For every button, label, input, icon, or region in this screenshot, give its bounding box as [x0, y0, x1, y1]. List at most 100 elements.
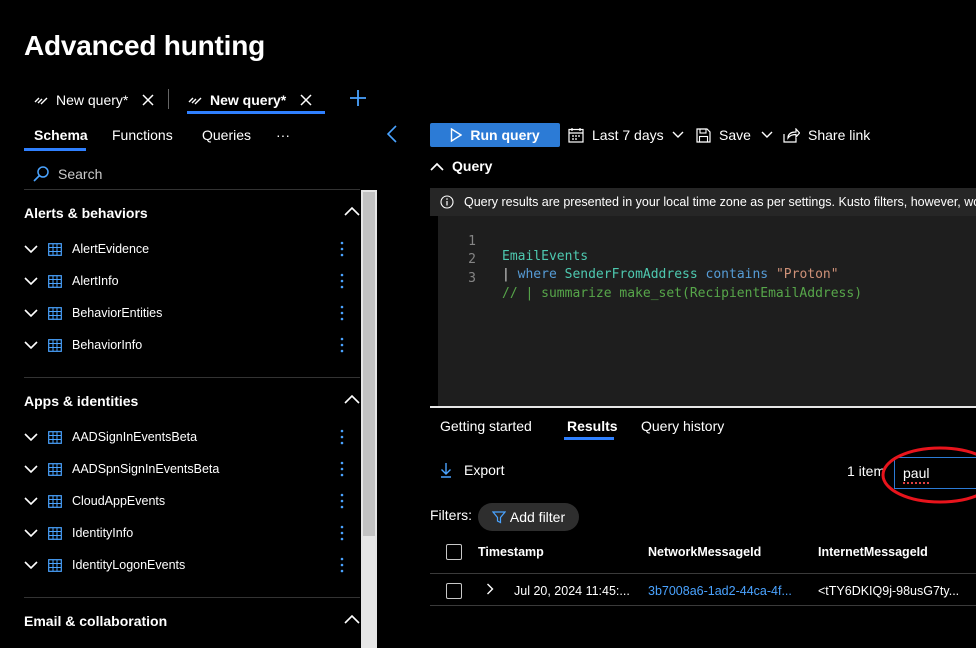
divider [24, 189, 360, 190]
save-label: Save [719, 127, 751, 143]
schema-item-label: AADSignInEventsBeta [72, 430, 198, 444]
editor-results-splitter[interactable] [430, 406, 976, 408]
group-email-collaboration[interactable]: Email & collaboration [24, 613, 167, 629]
more-tabs-button[interactable]: ··· [276, 127, 290, 143]
chevron-down-icon[interactable] [24, 496, 42, 506]
more-vertical-icon[interactable] [340, 461, 344, 477]
schema-item-label: AlertEvidence [72, 242, 150, 256]
query-section-toggle[interactable]: Query [430, 158, 492, 174]
chevron-up-icon[interactable] [344, 394, 360, 404]
tab-query-history[interactable]: Query history [641, 418, 724, 434]
more-vertical-icon[interactable] [340, 305, 344, 321]
query-tab-1[interactable]: New query* [34, 86, 154, 114]
query-tab-label: New query* [210, 92, 287, 108]
more-vertical-icon[interactable] [340, 429, 344, 445]
table-divider [430, 605, 976, 606]
chevron-down-icon[interactable] [24, 244, 42, 254]
column-header-internetmessageid[interactable]: InternetMessageId [818, 545, 928, 559]
export-button[interactable]: Export [440, 462, 504, 478]
table-icon [48, 338, 62, 352]
column-header-networkmessageid[interactable]: NetworkMessageId [648, 545, 761, 559]
code-text: | where SenderFromAddress contains "Prot… [502, 267, 839, 282]
line-number: 3 [468, 271, 476, 286]
schema-item-aadsigninevents[interactable]: AADSignInEventsBeta [24, 426, 360, 448]
schema-item-cloudappevents[interactable]: CloudAppEvents [24, 490, 360, 512]
group-apps-identities[interactable]: Apps & identities [24, 393, 138, 409]
search-icon [32, 165, 50, 183]
filters-label: Filters: [430, 507, 472, 523]
schema-item-alertevidence[interactable]: AlertEvidence [24, 238, 360, 260]
share-link-label: Share link [808, 127, 871, 143]
schema-item-alertinfo[interactable]: AlertInfo [24, 270, 360, 292]
scrollbar-thumb[interactable] [363, 192, 375, 536]
add-filter-button[interactable]: Add filter [478, 503, 579, 531]
tab-getting-started[interactable]: Getting started [440, 418, 532, 434]
schema-item-behaviorentities[interactable]: BehaviorEntities [24, 302, 360, 324]
chevron-up-icon[interactable] [344, 614, 360, 624]
table-icon [48, 462, 62, 476]
info-icon [440, 195, 454, 209]
save-icon [696, 127, 711, 143]
close-icon[interactable] [142, 94, 154, 106]
tab-schema[interactable]: Schema [34, 127, 88, 143]
chevron-up-icon [430, 162, 444, 171]
more-vertical-icon[interactable] [340, 241, 344, 257]
chevron-down-icon[interactable] [24, 464, 42, 474]
chevron-down-icon[interactable] [24, 308, 42, 318]
schema-item-label: BehaviorInfo [72, 338, 143, 352]
table-icon [48, 558, 62, 572]
cell-timestamp: Jul 20, 2024 11:45:... [514, 584, 630, 598]
run-query-button[interactable]: Run query [430, 123, 560, 147]
more-vertical-icon[interactable] [340, 493, 344, 509]
code-line-1: 1 EmailEvents [438, 219, 588, 264]
select-all-checkbox[interactable] [446, 544, 462, 560]
download-icon [440, 462, 452, 478]
export-label: Export [464, 462, 505, 478]
schema-item-behaviorinfo[interactable]: BehaviorInfo [24, 334, 360, 356]
schema-item-label: CloudAppEvents [72, 494, 166, 508]
code-line-3: 3 // | summarize make_set(RecipientEmail… [438, 256, 862, 301]
tab-queries[interactable]: Queries [202, 127, 251, 143]
chevron-down-icon[interactable] [24, 560, 42, 570]
close-icon[interactable] [300, 94, 312, 106]
table-icon [48, 430, 62, 444]
save-dropdown[interactable]: Save [696, 125, 773, 145]
schema-tab-indicator [24, 148, 86, 151]
plus-icon[interactable] [348, 88, 368, 108]
run-query-label: Run query [470, 127, 540, 143]
schema-item-label: AlertInfo [72, 274, 119, 288]
chevron-left-icon[interactable] [386, 125, 398, 143]
schema-item-identitylogonevents[interactable]: IdentityLogonEvents [24, 554, 360, 576]
table-icon [48, 242, 62, 256]
row-checkbox[interactable] [446, 583, 462, 599]
schema-item-aadspnsigninevents[interactable]: AADSpnSignInEventsBeta [24, 458, 360, 480]
table-divider [430, 573, 976, 574]
chevron-down-icon[interactable] [24, 528, 42, 538]
time-range-dropdown[interactable]: Last 7 days [568, 125, 684, 145]
query-editor[interactable]: 1 EmailEvents 2 | where SenderFromAddres… [438, 216, 976, 406]
more-vertical-icon[interactable] [340, 337, 344, 353]
query-tab-2[interactable]: New query* [188, 86, 312, 114]
chevron-down-icon[interactable] [24, 276, 42, 286]
search-placeholder: Search [58, 166, 103, 182]
group-alerts-behaviors[interactable]: Alerts & behaviors [24, 205, 148, 221]
timezone-info-bar: Query results are presented in your loca… [430, 188, 976, 216]
share-icon [783, 127, 800, 143]
chevron-up-icon[interactable] [344, 206, 360, 216]
more-vertical-icon[interactable] [340, 557, 344, 573]
column-header-timestamp[interactable]: Timestamp [478, 545, 544, 559]
schema-item-identityinfo[interactable]: IdentityInfo [24, 522, 360, 544]
more-vertical-icon[interactable] [340, 525, 344, 541]
chevron-down-icon[interactable] [24, 432, 42, 442]
table-icon [48, 306, 62, 320]
chevron-right-icon[interactable] [486, 583, 494, 595]
chevron-down-icon[interactable] [24, 340, 42, 350]
tab-results[interactable]: Results [567, 418, 618, 434]
more-vertical-icon[interactable] [340, 273, 344, 289]
tab-functions[interactable]: Functions [112, 127, 173, 143]
schema-search[interactable]: Search [32, 165, 102, 183]
calendar-icon [568, 127, 584, 143]
cell-networkmessageid-link[interactable]: 3b7008a6-1ad2-44ca-4f... [648, 584, 792, 598]
share-link-button[interactable]: Share link [783, 125, 870, 145]
chevron-down-icon [672, 131, 684, 139]
